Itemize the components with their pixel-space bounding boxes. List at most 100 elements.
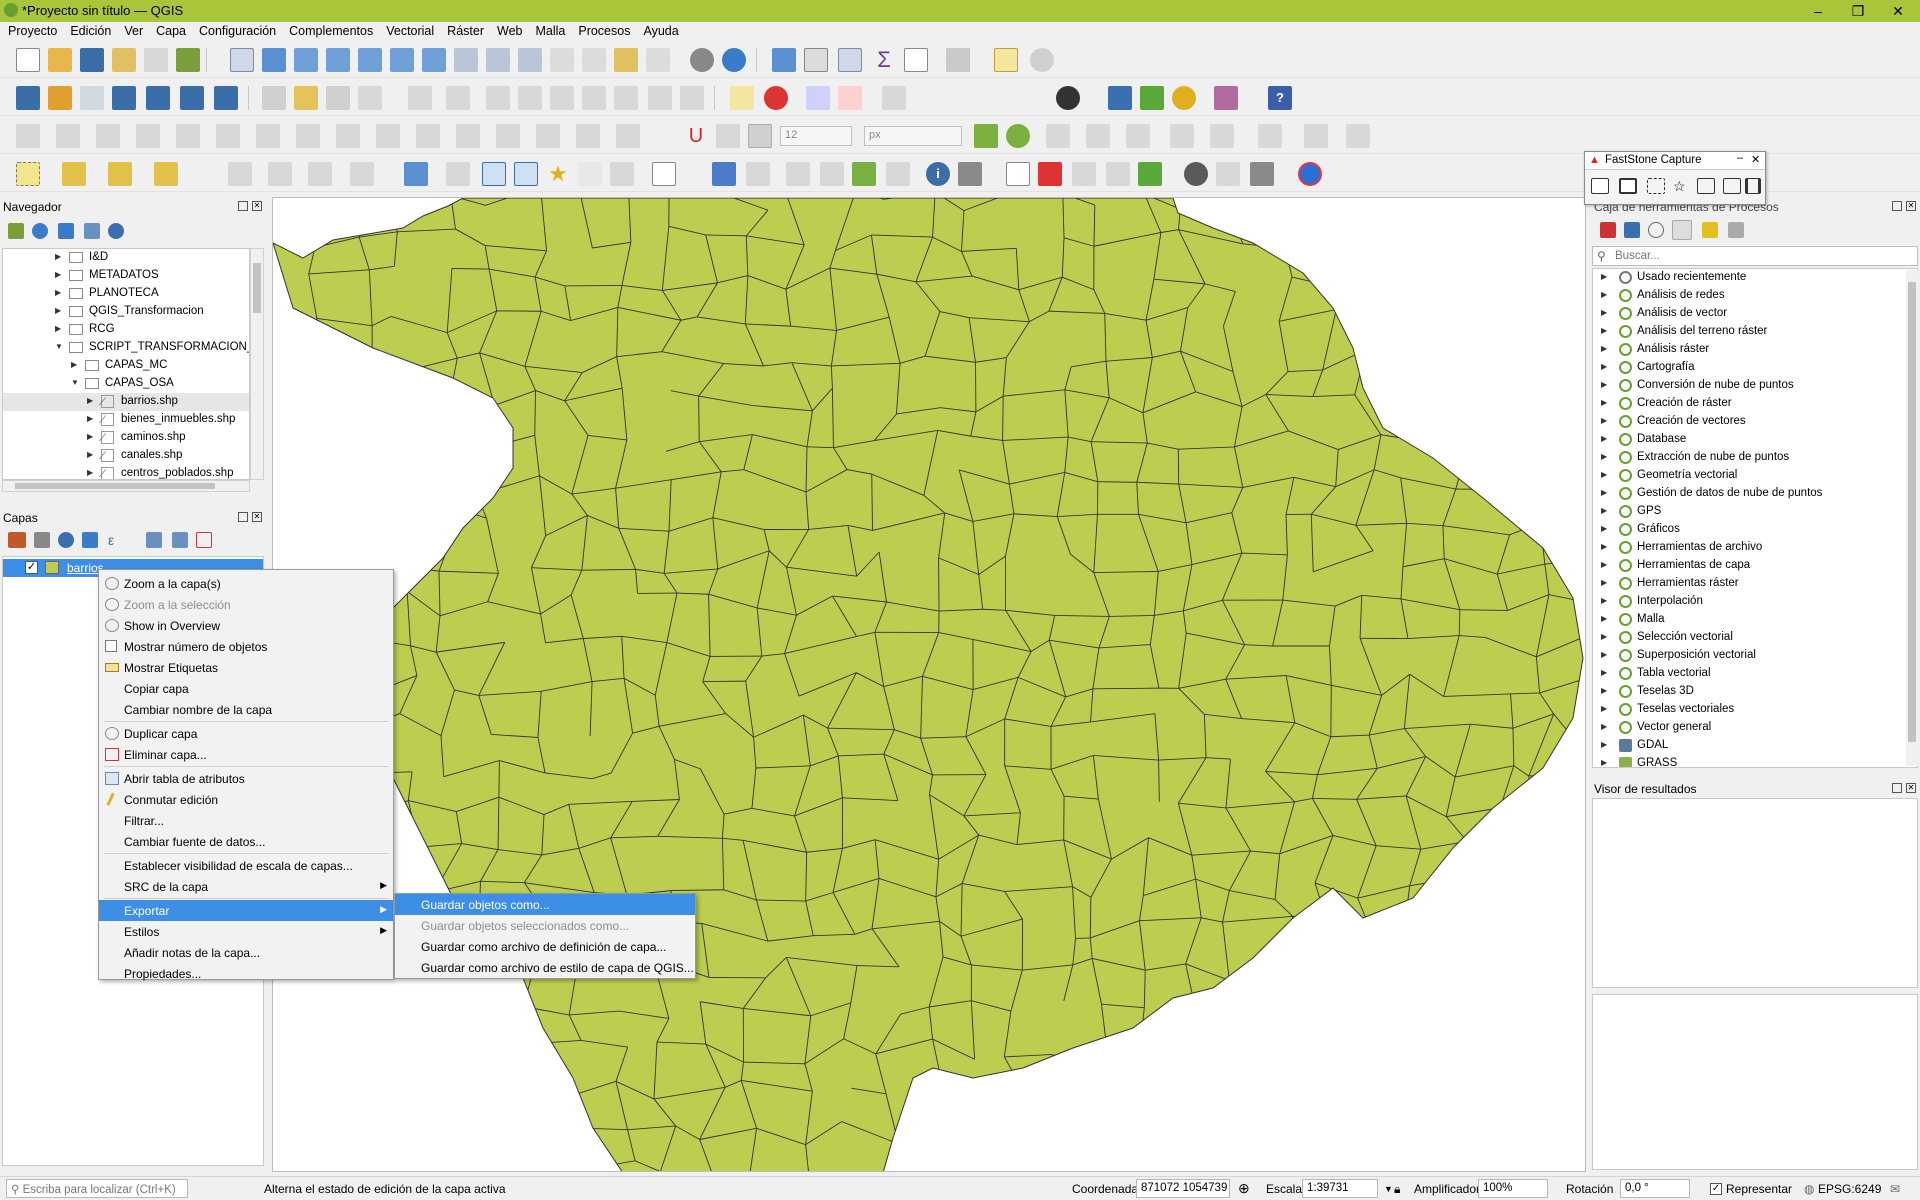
node-tool-icon[interactable] xyxy=(482,162,506,186)
export-submenu-item[interactable]: Guardar objetos como... xyxy=(395,894,695,915)
pin-labels-icon[interactable] xyxy=(806,86,830,110)
toolbox-icon[interactable] xyxy=(838,48,862,72)
data-source-manager-icon[interactable] xyxy=(16,86,40,110)
new-3d-view-icon[interactable] xyxy=(582,48,606,72)
collapse-all-icon[interactable] xyxy=(84,223,100,239)
menu-malla[interactable]: Malla xyxy=(527,22,570,38)
delete-part-icon[interactable] xyxy=(350,162,374,186)
context-menu-item[interactable]: Establecer visibilidad de escala de capa… xyxy=(99,855,393,876)
map-tips-icon[interactable] xyxy=(994,48,1018,72)
context-menu-item[interactable]: Abrir tabla de atributos xyxy=(99,768,393,789)
context-menu-item[interactable]: Duplicar capa xyxy=(99,723,393,744)
select-features-icon[interactable] xyxy=(16,162,40,186)
zoom-to-selection-icon[interactable] xyxy=(390,48,414,72)
layer-diagram-icon[interactable] xyxy=(764,86,788,110)
context-menu-item[interactable]: Añadir notas de la capa... xyxy=(99,942,393,963)
search-zoom-icon[interactable] xyxy=(1072,162,1096,186)
move-feature-icon[interactable] xyxy=(228,162,252,186)
collapsed-arrow-icon[interactable]: ▶ xyxy=(1601,416,1607,425)
snap-config-icon[interactable] xyxy=(1126,124,1150,148)
quickmap-globe-icon[interactable] xyxy=(1298,162,1322,186)
filter-expression-icon[interactable]: ε xyxy=(108,532,124,548)
bookmark-icon[interactable] xyxy=(614,48,638,72)
snap-all-icon[interactable] xyxy=(1086,124,1110,148)
shape-digitizing-icon[interactable] xyxy=(56,124,80,148)
toolbox-search-input[interactable]: ⚲ Buscar... xyxy=(1592,246,1918,266)
python-console-icon[interactable] xyxy=(1108,86,1132,110)
collapsed-arrow-icon[interactable]: ▶ xyxy=(1601,452,1607,461)
browser-item[interactable]: ▶ RCG xyxy=(3,321,249,339)
menu-complementos[interactable]: Complementos xyxy=(281,22,378,38)
collapsed-arrow-icon[interactable]: ▶ xyxy=(1601,542,1607,551)
browser-item[interactable]: ▶ ⁄ canales.shp xyxy=(3,447,249,465)
toolbox-provider-item[interactable]: ▶ Malla xyxy=(1593,611,1913,629)
add-selected-layers-icon[interactable] xyxy=(8,223,24,239)
trace-icon[interactable] xyxy=(974,124,998,148)
results-viewer-icon[interactable] xyxy=(1672,220,1692,240)
toolbox-provider-item[interactable]: ▶ Herramientas ráster xyxy=(1593,575,1913,593)
collapsed-arrow-icon[interactable]: ▶ xyxy=(1601,380,1607,389)
circle-tool-icon[interactable] xyxy=(96,124,120,148)
faststone-minimize-button[interactable]: – xyxy=(1737,152,1743,164)
browser-item[interactable]: ▶ I&D xyxy=(3,249,249,267)
zoom-area-icon[interactable] xyxy=(1106,162,1130,186)
toolbox-provider-item[interactable]: ▶ Gráficos xyxy=(1593,521,1913,539)
vertex-editor-icon[interactable] xyxy=(514,162,538,186)
filter-browser-icon[interactable] xyxy=(58,223,74,239)
float-layers-panel-icon[interactable] xyxy=(238,512,248,522)
float-panel-icon[interactable] xyxy=(238,201,248,211)
unit-select[interactable]: px xyxy=(864,126,962,146)
text-box-icon[interactable] xyxy=(652,162,676,186)
intersections-icon[interactable] xyxy=(1046,124,1070,148)
layer-styling-icon[interactable] xyxy=(8,532,26,548)
show-hide-labels-icon[interactable] xyxy=(838,86,862,110)
lock-scale-icon[interactable]: 🔒︎ xyxy=(1394,1182,1400,1197)
annotation-points-icon[interactable] xyxy=(610,162,634,186)
browser-item[interactable]: ▶ ⁄ bienes_inmuebles.shp xyxy=(3,411,249,429)
collapsed-arrow-icon[interactable]: ▶ xyxy=(1601,722,1607,731)
filter-legend-icon[interactable] xyxy=(82,532,98,548)
refresh-browser-icon[interactable] xyxy=(32,223,48,239)
edit-features-in-place-icon[interactable] xyxy=(1702,222,1718,238)
rotation-field[interactable]: 0,0 ° xyxy=(1620,1179,1690,1198)
toolbox-provider-item[interactable]: ▶ Vector general xyxy=(1593,719,1913,737)
globe-icon[interactable] xyxy=(1184,162,1208,186)
zoom-next-icon[interactable] xyxy=(518,48,542,72)
collapsed-arrow-icon[interactable]: ▶ xyxy=(87,468,93,477)
zoom-out-icon[interactable] xyxy=(326,48,350,72)
toolbox-provider-item[interactable]: ▶ Herramientas de archivo xyxy=(1593,539,1913,557)
merge-features-icon[interactable] xyxy=(416,124,440,148)
deselect-icon[interactable] xyxy=(1346,124,1370,148)
collapsed-arrow-icon[interactable]: ▶ xyxy=(1601,596,1607,605)
new-shapefile-icon[interactable] xyxy=(80,86,104,110)
scale-field[interactable]: 1:39731 xyxy=(1302,1179,1378,1198)
menu-proyecto[interactable]: Proyecto xyxy=(0,22,62,38)
capture-object-icon[interactable] xyxy=(1619,178,1637,194)
snapping-type-icon[interactable] xyxy=(716,124,740,148)
toolbox-provider-item[interactable]: ▶ Creación de vectores xyxy=(1593,413,1913,431)
float-toolbox-icon[interactable] xyxy=(1892,201,1902,211)
browser-item[interactable]: ▶ ⁄ caminos.shp xyxy=(3,429,249,447)
context-menu-item[interactable]: Zoom a la capa(s) xyxy=(99,573,393,594)
pan-map-icon[interactable] xyxy=(230,48,254,72)
add-ring-icon[interactable] xyxy=(576,124,600,148)
vertex-tool-icon[interactable] xyxy=(446,86,470,110)
collapsed-arrow-icon[interactable]: ▶ xyxy=(1601,740,1607,749)
messages-icon[interactable]: ✉ xyxy=(1890,1182,1900,1196)
collapsed-arrow-icon[interactable]: ▶ xyxy=(87,450,93,459)
crs-globe-icon[interactable]: ◍ xyxy=(1804,1182,1814,1196)
close-button[interactable]: ✕ xyxy=(1878,0,1918,22)
rotate-feature-icon[interactable] xyxy=(268,162,292,186)
select-polygon-icon[interactable] xyxy=(1170,124,1194,148)
collapsed-arrow-icon[interactable]: ▶ xyxy=(71,360,77,369)
paste-features-icon[interactable] xyxy=(614,86,638,110)
options-icon[interactable] xyxy=(1728,222,1744,238)
magnifier-field[interactable]: 100% xyxy=(1478,1179,1548,1198)
new-project-icon[interactable] xyxy=(16,48,40,72)
info-icon[interactable]: i xyxy=(926,162,950,186)
history-icon[interactable] xyxy=(1648,222,1664,238)
copy-features-icon[interactable] xyxy=(582,86,606,110)
polygon-tool-icon[interactable] xyxy=(216,124,240,148)
browser-item[interactable]: ▼ SCRIPT_TRANSFORMACION_CON xyxy=(3,339,249,357)
export-submenu-item[interactable]: Guardar como archivo de estilo de capa d… xyxy=(395,957,695,978)
